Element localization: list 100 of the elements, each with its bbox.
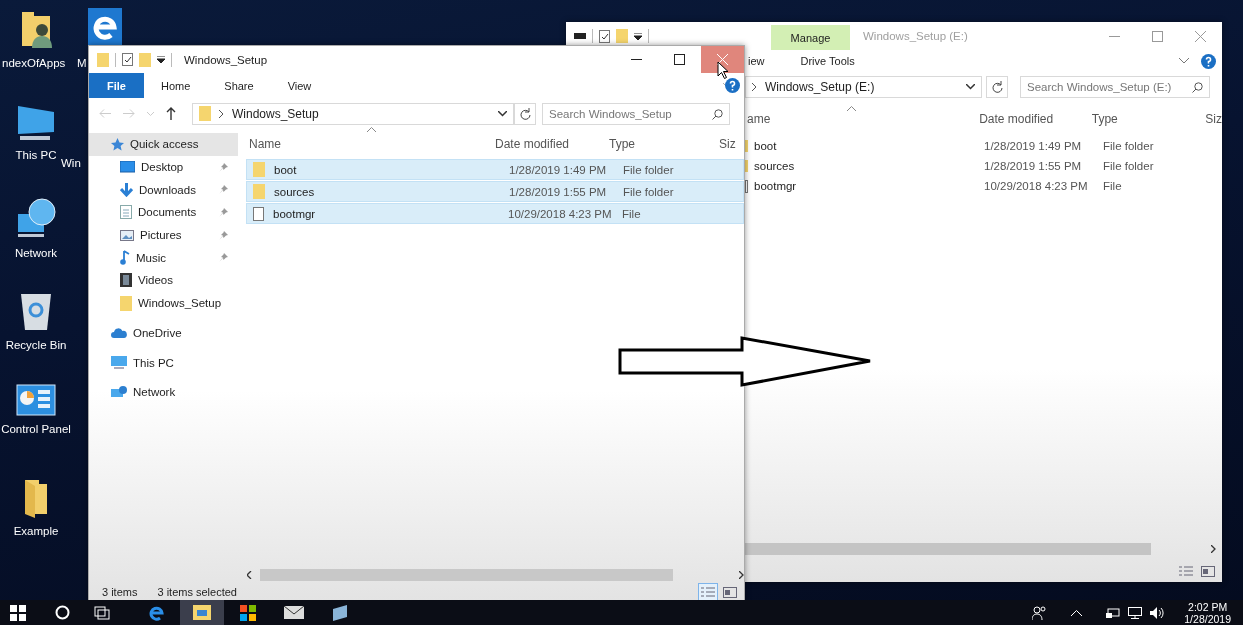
folder-icon [745, 160, 748, 172]
pin-icon[interactable] [219, 230, 228, 240]
desktop-icon-label: Network [14, 246, 58, 260]
nav-item[interactable]: Downloads [89, 178, 238, 202]
minimize-icon [631, 59, 642, 60]
ribbon-tab[interactable]: Share [207, 73, 271, 98]
dropdown-caret-icon[interactable] [634, 32, 642, 40]
folder-icon [253, 162, 265, 177]
chevron-right-icon [219, 109, 224, 118]
chevron-right-icon[interactable] [1211, 545, 1216, 553]
column-header[interactable]: ame [747, 112, 980, 126]
maximize-icon [1152, 30, 1163, 42]
folder-icon [120, 295, 132, 311]
desktop-icon-label: Example [13, 524, 59, 538]
file-row[interactable]: bootmgr 10/29/2018 4:23 PM File [745, 176, 1222, 196]
up-arrow-icon[interactable] [166, 107, 176, 120]
desktop-icon [120, 161, 135, 174]
ribbon-tab[interactable]: View [270, 73, 329, 98]
folder-icon [199, 106, 211, 121]
search-field[interactable]: Search Windows_Setup [542, 102, 730, 125]
column-header[interactable]: Date modified [495, 137, 609, 151]
chevron-down-icon[interactable] [498, 110, 507, 117]
mouse-pointer-icon [717, 61, 729, 79]
desktop-icon-label: Win [61, 156, 81, 170]
details-view-button[interactable] [698, 583, 718, 601]
refresh-button[interactable] [986, 76, 1008, 98]
pin-icon[interactable] [219, 207, 228, 217]
context-tab-header[interactable]: Manage [771, 25, 850, 50]
refresh-icon [991, 81, 1003, 93]
desktop-icon-label: M [77, 56, 87, 70]
help-icon[interactable] [1201, 53, 1216, 69]
scrollbar-thumb[interactable] [259, 569, 674, 581]
control-panel-icon[interactable] [16, 384, 56, 416]
nav-item[interactable]: Videos [89, 269, 238, 292]
file-row[interactable]: boot 1/28/2019 1:49 PM File folder [246, 159, 744, 180]
folder-icon [253, 184, 265, 199]
browser-e-icon [148, 604, 164, 621]
column-header[interactable]: Name [249, 137, 495, 151]
folder-icon [745, 140, 748, 152]
search-field[interactable]: Search Windows_Setup (E:) [1020, 76, 1210, 98]
pin-icon[interactable] [219, 162, 228, 172]
clock-button[interactable]: 2:02 PM 1/28/2019 [1174, 600, 1243, 625]
volume-icon[interactable] [1150, 606, 1167, 619]
pin-icon[interactable] [219, 185, 228, 195]
battery-plug-icon[interactable] [1106, 607, 1121, 618]
column-header[interactable]: Type [1091, 112, 1206, 126]
ribbon-tab[interactable]: Drive Tools [796, 55, 859, 67]
nav-item[interactable]: Windows_Setup [89, 291, 238, 315]
store-icon [240, 604, 256, 621]
chevron-up-icon[interactable] [1071, 609, 1083, 616]
dropdown-caret-icon[interactable] [157, 56, 165, 63]
chevron-left-icon[interactable] [247, 571, 252, 579]
task-view-icon[interactable] [94, 605, 110, 620]
sort-caret-icon [847, 106, 856, 111]
maximize-icon [674, 54, 685, 65]
file-icon [745, 179, 748, 193]
file-row[interactable]: bootmgr 10/29/2018 4:23 PM File [246, 203, 744, 224]
properties-checkmark-icon[interactable] [599, 29, 610, 43]
nav-item[interactable]: Pictures [89, 223, 238, 247]
minimize-icon [1109, 35, 1120, 37]
column-header[interactable]: Type [609, 137, 719, 151]
address-bar[interactable]: Windows_Setup [192, 102, 514, 125]
nav-item[interactable]: Desktop [89, 155, 238, 179]
ribbon-tab[interactable]: Home [143, 73, 208, 98]
file-row[interactable]: boot 1/28/2019 1:49 PM File folder [745, 136, 1222, 156]
chevron-down-icon[interactable] [966, 84, 975, 90]
help-icon[interactable] [725, 78, 740, 93]
pin-icon[interactable] [219, 253, 228, 263]
ribbon-tab[interactable]: iew [744, 55, 769, 67]
column-header[interactable]: Date modified [979, 112, 1092, 126]
file-row[interactable]: sources 1/28/2019 1:55 PM File folder [745, 156, 1222, 176]
address-bar[interactable]: Windows_Setup (E:) [745, 76, 982, 98]
close-button[interactable] [701, 46, 744, 73]
nav-item[interactable]: Quick access [89, 133, 238, 156]
scrollbar-thumb[interactable] [745, 543, 1152, 555]
cloud-icon [111, 327, 127, 338]
browser-e-icon[interactable] [88, 8, 122, 46]
column-header[interactable]: Siz [1205, 112, 1222, 126]
search-icon [1192, 82, 1203, 93]
network-monitor-icon[interactable] [1128, 606, 1143, 619]
chevron-right-icon[interactable] [739, 571, 744, 579]
start-windows-icon[interactable] [10, 604, 26, 621]
column-header[interactable]: Siz [719, 137, 736, 151]
refresh-button[interactable] [514, 102, 536, 125]
nav-item[interactable]: This PC [89, 351, 238, 374]
nav-item[interactable]: OneDrive [89, 321, 238, 345]
nav-item[interactable]: Documents [89, 201, 238, 224]
film-icon [120, 273, 132, 288]
nav-item[interactable]: Network [89, 380, 238, 404]
properties-checkmark-icon[interactable] [122, 53, 133, 66]
down-arrow-icon [120, 182, 133, 197]
nav-item[interactable]: Music [89, 246, 238, 270]
window-title: Windows_Setup (E:) [863, 30, 968, 42]
music-note-icon [120, 250, 130, 266]
file-icon [253, 206, 264, 221]
ribbon-tab[interactable]: File [89, 73, 144, 98]
file-row[interactable]: sources 1/28/2019 1:55 PM File folder [246, 181, 744, 202]
folder-button[interactable] [180, 600, 224, 625]
people-icon[interactable] [1032, 605, 1048, 620]
search-icon[interactable] [55, 605, 70, 620]
